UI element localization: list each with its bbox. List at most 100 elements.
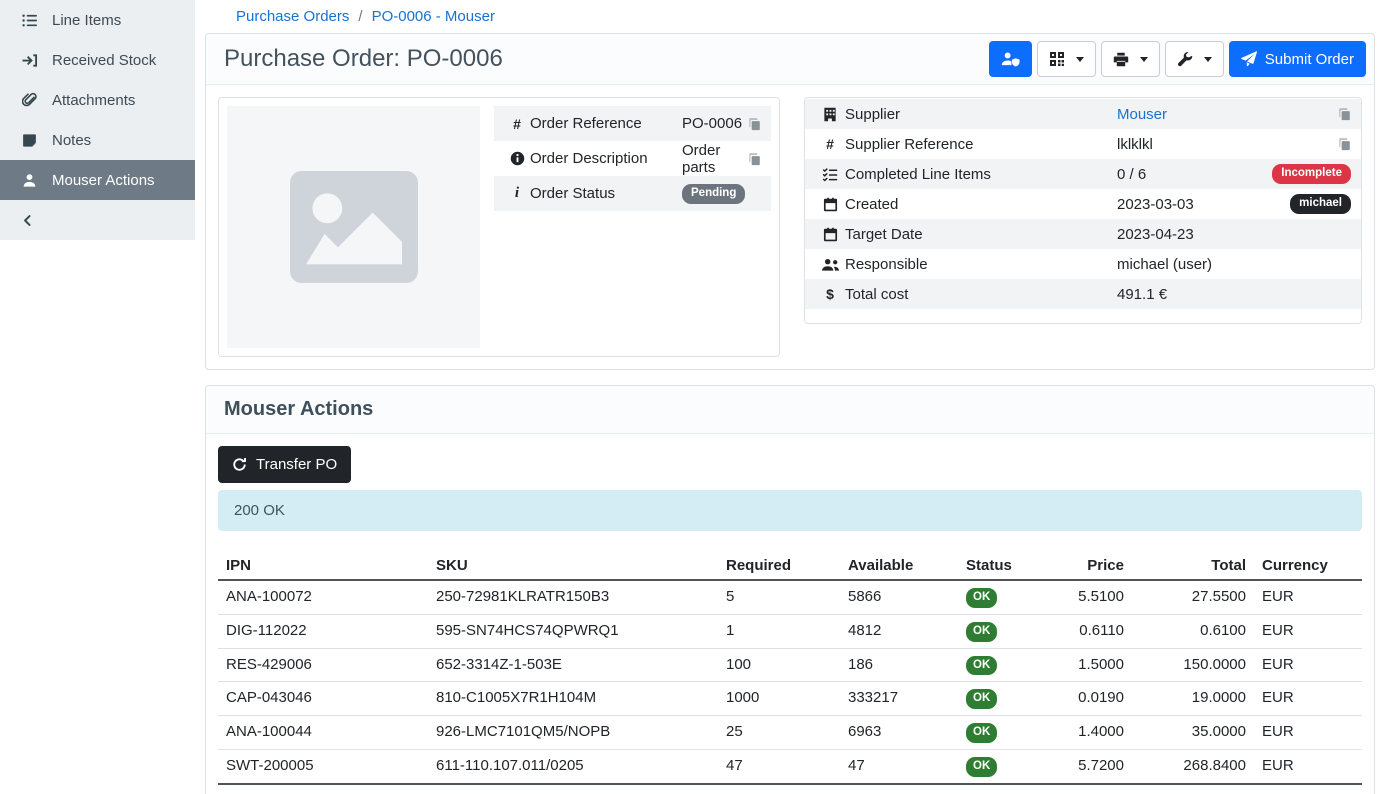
badge-incomplete: Incomplete [1272,164,1351,184]
column-header-ipn: IPN [218,552,428,580]
copy-icon[interactable] [748,152,761,166]
sidebar-item-label: Received Stock [52,52,156,69]
cell-currency: EUR [1254,614,1362,648]
user-shield-icon [1001,51,1020,67]
detail-value: 2023-04-23 [1117,226,1351,243]
detail-row-supplier: SupplierMouser [805,99,1361,129]
print-actions-button[interactable] [1101,41,1160,77]
cell-price: 1.4000 [1070,716,1132,750]
qrcode-icon [1049,51,1065,67]
badge-ok: OK [966,622,997,642]
sidebar-item-attachments[interactable]: Attachments [0,80,195,120]
cell-price: 5.7200 [1070,749,1132,783]
cell-sku: 926-LMC7101QM5/NOPB [428,716,718,750]
users-icon [815,257,845,272]
sidebar-item-label: Attachments [52,92,135,109]
cell-available: 5866 [840,580,958,614]
cell-status: OK [958,749,1070,783]
sidebar-item-line-items[interactable]: Line Items [0,0,195,40]
detail-label: Order Reference [530,115,682,132]
sidebar-item-notes[interactable]: Notes [0,120,195,160]
cell-currency: EUR [1254,682,1362,716]
order-actions-button[interactable] [1165,41,1224,77]
badge-ok: OK [966,689,997,709]
detail-row-end: michael [1290,194,1351,214]
detail-row-target-date: Target Date2023-04-23 [805,219,1361,249]
detail-label: Total cost [845,286,1117,303]
detail-label: Order Status [530,185,682,202]
refresh-icon [232,457,247,472]
detail-row-completed-line-items: Completed Line Items0 / 6Incomplete [805,159,1361,189]
sidebar-collapse-button[interactable] [0,200,195,240]
detail-label: Created [845,196,1117,213]
info-plain-icon: i [504,186,530,201]
copy-icon[interactable] [1338,107,1351,121]
purchase-order-panel: Purchase Order: PO-0006 Submit Order #Or… [205,33,1375,370]
breadcrumb-link-purchase-orders[interactable]: Purchase Orders [236,8,349,25]
cell-required: 100 [718,648,840,682]
transfer-po-label: Transfer PO [256,456,337,473]
paperclip-icon [20,92,39,108]
submit-order-button[interactable]: Submit Order [1229,41,1366,77]
detail-value: PO-0006 [682,115,748,132]
sidebar-item-mouser-actions[interactable]: Mouser Actions [0,160,195,200]
cell-ipn: SWT-200005 [218,749,428,783]
detail-value[interactable]: Mouser [1117,106,1338,123]
detail-value: 2023-03-03 [1117,196,1290,213]
calendar-icon [815,197,845,212]
cell-status: OK [958,682,1070,716]
cell-currency: EUR [1254,716,1362,750]
cell-total: 27.5500 [1132,580,1254,614]
cell-status: OK [958,716,1070,750]
list-check-icon [815,167,845,182]
detail-row-supplier-reference: #Supplier Referencelklklkl [805,129,1361,159]
cell-ipn: CAP-043046 [218,682,428,716]
transfer-po-button[interactable]: Transfer PO [218,446,351,483]
detail-label: Completed Line Items [845,166,1117,183]
barcode-actions-button[interactable] [1037,41,1096,77]
main-area: Purchase Orders / PO-0006 - Mouser Purchas… [195,0,1383,794]
cell-sku: 250-72981KLRATR150B3 [428,580,718,614]
dollar-icon: $ [815,287,845,301]
cell-available: 47 [840,749,958,783]
cell-ipn: RES-429006 [218,648,428,682]
sidebar-item-received-stock[interactable]: Received Stock [0,40,195,80]
breadcrumb-separator: / [358,8,362,25]
paper-plane-icon [1241,51,1257,67]
cell-required: 1000 [718,682,840,716]
column-header-required: Required [718,552,840,580]
cell-price: 0.6110 [1070,614,1132,648]
cell-currency: EUR [1254,580,1362,614]
mouser-actions-title: Mouser Actions [224,398,373,421]
user-admin-button[interactable] [989,41,1032,77]
footer-spacer [428,784,1132,794]
detail-value: Pending [682,183,761,204]
info-icon [504,151,530,166]
app-root: Line Items Received Stock Attachments Notes… [0,0,1383,794]
user-icon [20,173,39,188]
table-body: ANA-100072250-72981KLRATR150B355866OK5.5… [218,580,1362,784]
cell-sku: 611-110.107.011/0205 [428,749,718,783]
copy-icon[interactable] [748,117,761,131]
column-header-available: Available [840,552,958,580]
status-alert: 200 OK [218,490,1362,531]
sidebar-item-label: Notes [52,132,91,149]
detail-row-order-status: iOrder StatusPending [494,176,771,211]
detail-row-total-cost: $Total cost491.1 € [805,279,1361,309]
cell-required: 25 [718,716,840,750]
order-details-card: #Order ReferencePO-0006Order Description… [218,97,780,357]
badge-ok: OK [966,723,997,743]
cell-sku: 652-3314Z-1-503E [428,648,718,682]
cell-total: 150.0000 [1132,648,1254,682]
badge-ok: OK [966,656,997,676]
detail-row-end: Incomplete [1272,164,1351,184]
sign-in-icon [20,53,39,68]
detail-row-end [748,117,761,131]
copy-icon[interactable] [1338,137,1351,151]
cell-currency: EUR [1254,648,1362,682]
footer-total-value: 501.0000 [1132,784,1254,794]
breadcrumb-link-po-0006-mouser[interactable]: PO-0006 - Mouser [372,8,495,25]
sidebar: Line Items Received Stock Attachments Notes… [0,0,195,794]
column-header-currency: Currency [1254,552,1362,580]
table-row: ANA-100044926-LMC7101QM5/NOPB256963OK1.4… [218,716,1362,750]
